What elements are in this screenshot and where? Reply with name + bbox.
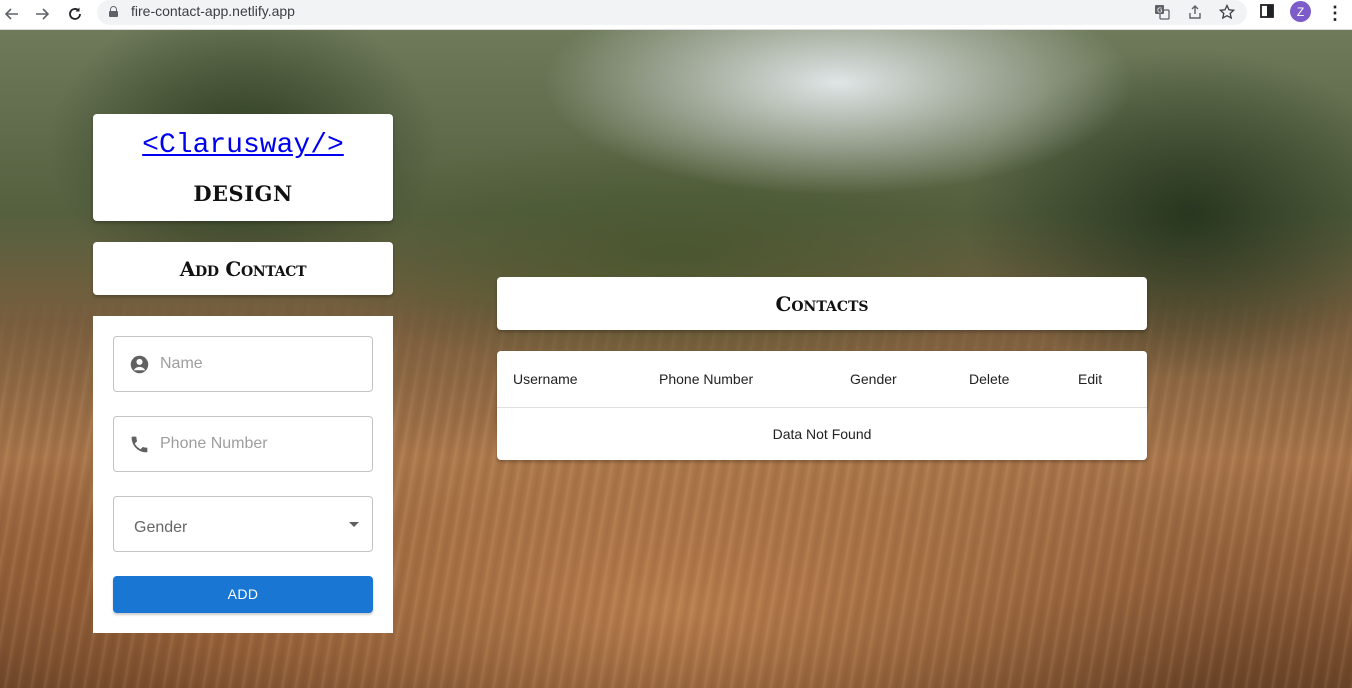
phone-icon (129, 434, 150, 455)
name-field[interactable]: Name (113, 336, 373, 392)
more-menu-icon[interactable]: ⋮ (1326, 2, 1344, 24)
lock-icon (109, 6, 118, 17)
column-header-edit: Edit (1078, 371, 1103, 387)
add-contact-title: Add Contact (179, 257, 307, 281)
back-arrow-icon[interactable] (0, 2, 24, 26)
browser-toolbar: fire-contact-app.netlify.app G Z ⋮ (0, 0, 1352, 30)
brand-card: <Clarusway/> DESIGN (93, 114, 393, 221)
add-button[interactable]: ADD (113, 576, 373, 613)
gender-label: Gender (134, 519, 188, 536)
forward-arrow-icon[interactable] (30, 2, 54, 26)
bookmark-star-icon[interactable] (1217, 2, 1237, 22)
contacts-title: Contacts (775, 292, 869, 316)
svg-text:G: G (1157, 7, 1162, 15)
side-panel-icon[interactable] (1259, 3, 1279, 23)
brand-link[interactable]: <Clarusway/> (93, 130, 393, 161)
brand-subtitle: DESIGN (193, 181, 293, 206)
name-placeholder: Name (160, 355, 203, 372)
chevron-down-icon (349, 522, 359, 527)
profile-avatar[interactable]: Z (1290, 1, 1311, 22)
column-header-delete: Delete (969, 371, 1010, 387)
empty-state-message: Data Not Found (772, 426, 872, 442)
reload-icon[interactable] (63, 2, 87, 26)
table-divider (497, 407, 1147, 408)
add-contact-header: Add Contact (93, 242, 393, 295)
column-header-gender: Gender (850, 371, 897, 387)
share-icon[interactable] (1185, 2, 1205, 22)
phone-placeholder: Phone Number (160, 435, 268, 452)
gender-select[interactable]: Gender (113, 496, 373, 552)
contacts-table: Username Phone Number Gender Delete Edit… (497, 351, 1147, 460)
column-header-username: Username (513, 371, 578, 387)
contacts-header: Contacts (497, 277, 1147, 330)
url-text: fire-contact-app.netlify.app (131, 3, 295, 19)
translate-icon[interactable]: G (1152, 2, 1172, 22)
account-circle-icon (129, 354, 150, 375)
add-contact-form: Name Phone Number Gender ADD (93, 316, 393, 633)
phone-number-field[interactable]: Phone Number (113, 416, 373, 472)
column-header-phone-number: Phone Number (659, 371, 754, 387)
address-bar[interactable]: fire-contact-app.netlify.app G (97, 0, 1247, 25)
